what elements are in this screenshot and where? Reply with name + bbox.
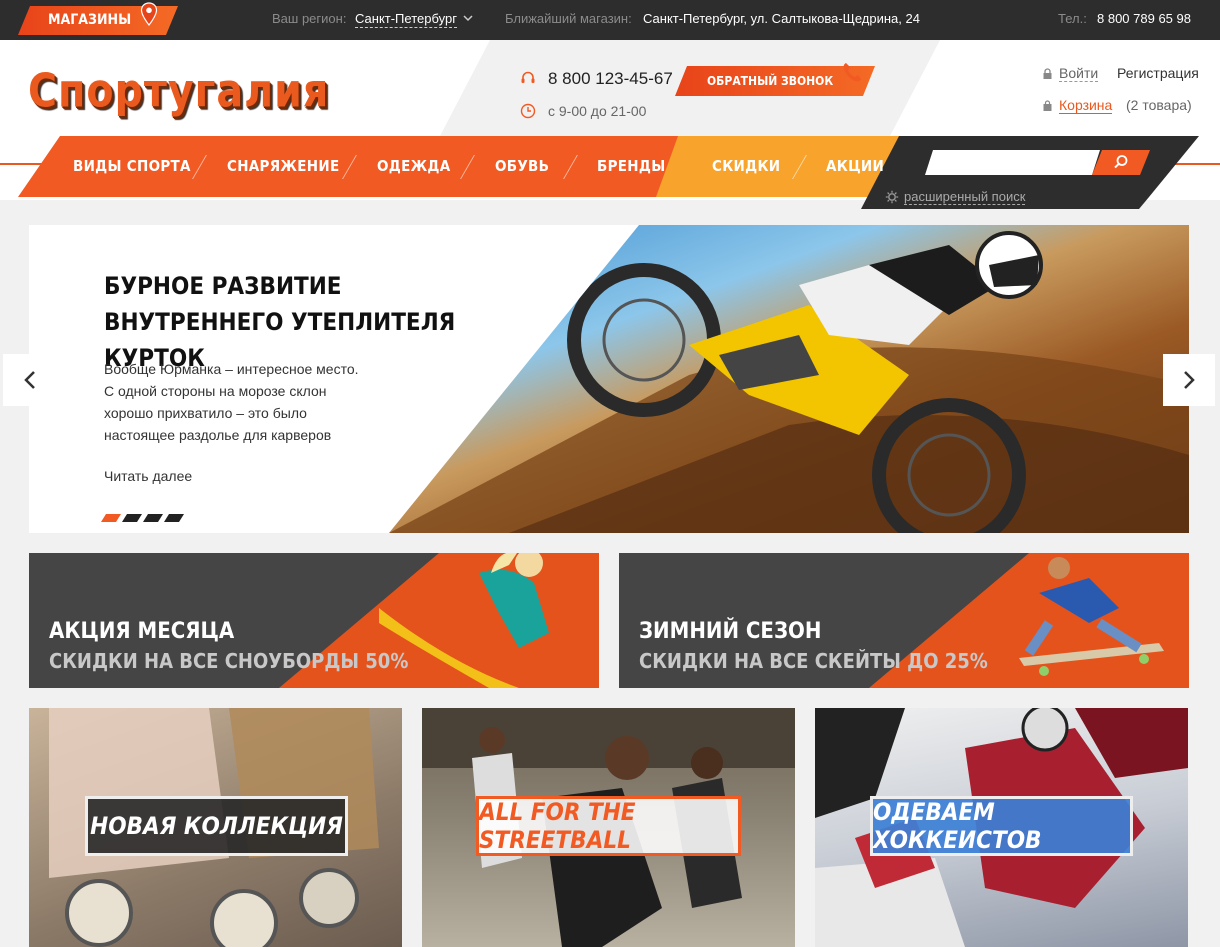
tile-streetball[interactable]: ALL FOR THE STREETBALL (422, 708, 795, 947)
promo-banner-skate[interactable]: ЗИМНИЙ СЕЗОН СКИДКИ НА ВСЕ СКЕЙТЫ ДО 25% (619, 553, 1189, 688)
tile-label: ALL FOR THE STREETBALL (476, 796, 741, 856)
region-selector[interactable]: Санкт-Петербург (355, 11, 457, 28)
slider-prev-button[interactable] (3, 354, 55, 406)
banner-title: ЗИМНИЙ СЕЗОН (639, 619, 822, 644)
nav-item-shoes[interactable]: ОБУВЬ (495, 157, 549, 175)
search-icon[interactable] (1113, 154, 1129, 170)
slider-dot[interactable] (122, 514, 142, 522)
nav-item-actions[interactable]: АКЦИИ (826, 157, 884, 175)
lock-icon (1043, 68, 1052, 79)
bag-icon (1043, 100, 1052, 111)
tile-label: НОВАЯ КОЛЛЕКЦИЯ (85, 796, 348, 856)
slider-dot[interactable] (143, 514, 163, 522)
advanced-search-link[interactable]: расширенный поиск (904, 189, 1026, 205)
slider-dot[interactable] (101, 514, 121, 522)
headset-icon (521, 71, 535, 83)
working-hours: с 9-00 до 21-00 (548, 103, 647, 119)
banner-title: АКЦИЯ МЕСЯЦА (49, 619, 235, 644)
cart-link[interactable]: Корзина (1059, 97, 1113, 114)
arrow-left-icon (24, 371, 35, 389)
nearest-store-label: Ближайший магазин: (505, 11, 632, 26)
region-label: Ваш регион: (272, 11, 347, 26)
tile-label: ОДЕВАЕМ ХОККЕИСТОВ (870, 796, 1133, 856)
login-link[interactable]: Войти (1059, 65, 1099, 82)
tile-hockey[interactable]: ОДЕВАЕМ ХОККЕИСТОВ (815, 708, 1188, 947)
site-logo[interactable]: Спортугалия (28, 65, 329, 119)
chevron-down-icon[interactable] (463, 13, 473, 23)
arrow-right-icon (1184, 371, 1195, 389)
register-link[interactable]: Регистрация (1117, 65, 1199, 81)
handset-icon (843, 63, 861, 82)
nav-item-brands[interactable]: БРЕНДЫ (597, 157, 666, 175)
tile-new-collection[interactable]: НОВАЯ КОЛЛЕКЦИЯ (29, 708, 402, 947)
tel-label: Тел.: (1058, 11, 1087, 26)
map-pin-icon (140, 2, 158, 26)
hero-text: Вообще Юрманка – интересное место. С одн… (104, 361, 359, 443)
banner-subtitle: СКИДКИ НА ВСЕ СКЕЙТЫ ДО 25% (639, 649, 988, 673)
nav-item-sports[interactable]: ВИДЫ СПОРТА (73, 157, 191, 175)
nav-item-equipment[interactable]: СНАРЯЖЕНИЕ (227, 157, 339, 175)
promo-banner-snowboard[interactable]: АКЦИЯ МЕСЯЦА СКИДКИ НА ВСЕ СНОУБОРДЫ 50% (29, 553, 599, 688)
read-more-link[interactable]: Читать далее (104, 468, 192, 484)
clock-icon (520, 103, 536, 119)
slider-next-button[interactable] (1163, 354, 1215, 406)
tel-number[interactable]: 8 800 789 65 98 (1097, 11, 1191, 26)
nearest-store-address[interactable]: Санкт-Петербург, ул. Салтыкова-Щедрина, … (643, 11, 920, 26)
nav-item-discounts[interactable]: СКИДКИ (712, 157, 780, 175)
search-input[interactable] (925, 150, 1100, 175)
cart-count: (2 товара) (1126, 97, 1192, 113)
banner-subtitle: СКИДКИ НА ВСЕ СНОУБОРДЫ 50% (49, 649, 409, 673)
gear-icon (885, 190, 899, 204)
header-phone[interactable]: 8 800 123-45-67 (548, 69, 673, 89)
slider-dot[interactable] (164, 514, 184, 522)
nav-item-clothes[interactable]: ОДЕЖДА (377, 157, 451, 175)
slider-dots (101, 509, 185, 527)
